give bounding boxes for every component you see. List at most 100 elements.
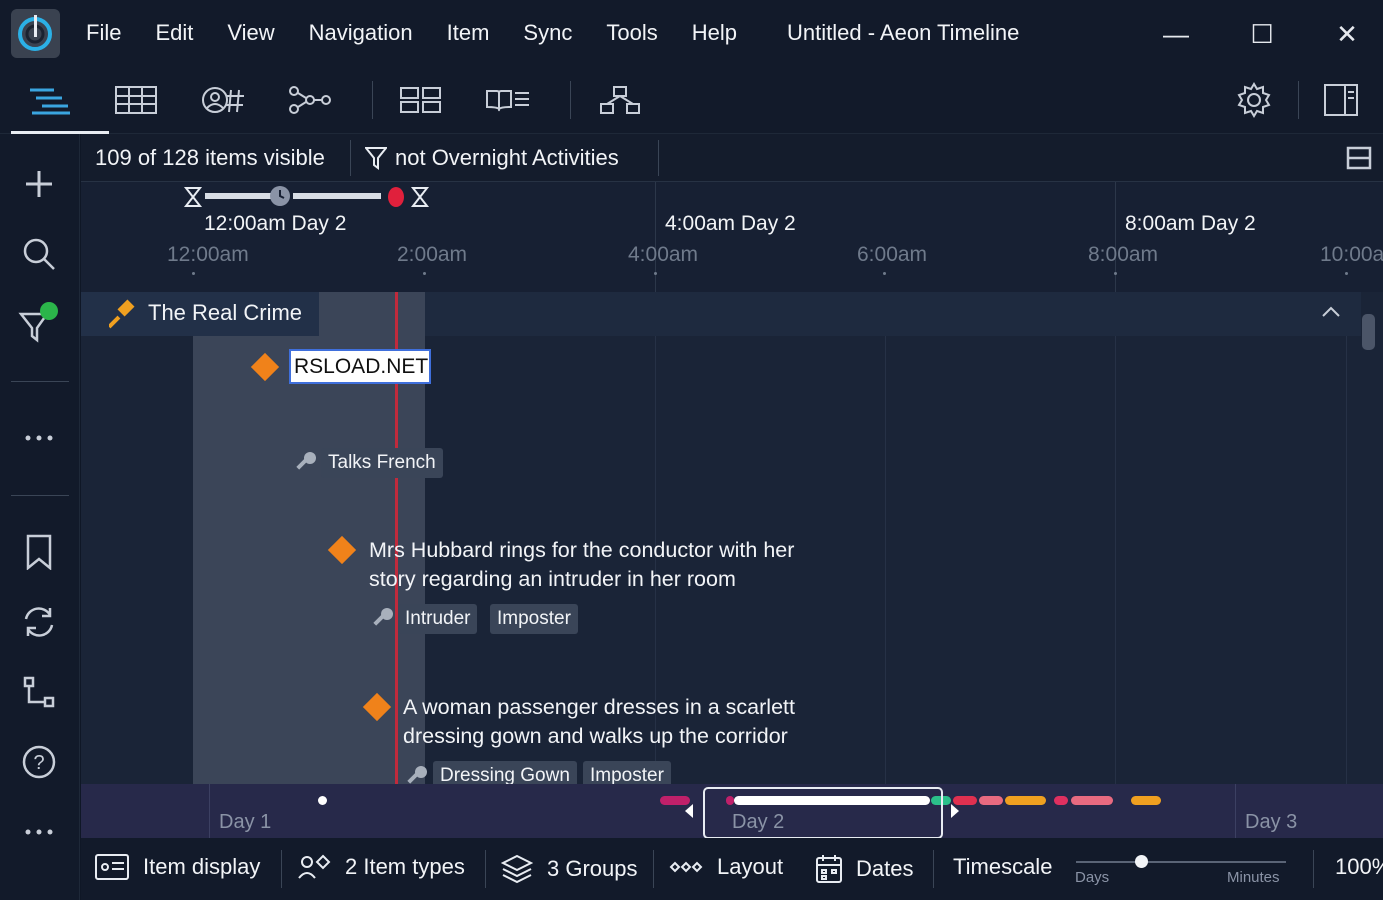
event-title[interactable]: A woman passenger dresses in a scarlett … — [403, 693, 795, 751]
minor-tick-label: 4:00am — [628, 243, 699, 266]
tag[interactable]: Talks French — [321, 448, 443, 478]
entities-view-button[interactable] — [198, 80, 248, 120]
window-title: Untitled - Aeon Timeline — [787, 20, 1020, 45]
groups-button[interactable]: 3 Groups — [501, 854, 638, 884]
major-gridline — [1115, 182, 1116, 292]
key-icon — [407, 766, 427, 784]
dependencies-button[interactable] — [14, 670, 64, 714]
hierarchy-view-button[interactable] — [595, 80, 645, 120]
bookmarks-button[interactable] — [14, 530, 64, 574]
cards-icon — [400, 87, 441, 113]
item-display-button[interactable]: Item display — [95, 854, 260, 880]
event-title-line: Mrs Hubbard rings for the conductor with… — [369, 538, 795, 562]
tag[interactable]: Imposter — [583, 761, 671, 784]
menu-tools[interactable]: Tools — [606, 20, 657, 46]
grid-icon — [115, 86, 157, 114]
search-button[interactable] — [14, 232, 64, 276]
day-divider — [209, 784, 210, 838]
event-title-line: A woman passenger dresses in a scarlett — [403, 695, 795, 719]
timeline-overview[interactable]: Day 1 Day 2 Day 3 — [81, 784, 1383, 839]
funnel-icon — [365, 147, 387, 170]
overview-event-mark — [1071, 796, 1113, 805]
spreadsheet-view-button[interactable] — [111, 80, 161, 120]
relationships-view-button[interactable] — [284, 80, 334, 120]
shapes-icon — [298, 854, 331, 879]
settings-button[interactable] — [1229, 80, 1279, 120]
left-sidebar: ? — [0, 134, 80, 900]
menu-help[interactable]: Help — [692, 20, 737, 46]
inspector-toggle-button[interactable] — [1316, 80, 1366, 120]
scroll-right-icon[interactable] — [949, 803, 961, 819]
add-item-button[interactable] — [14, 162, 64, 206]
close-button[interactable]: ✕ — [1327, 14, 1367, 54]
layout-button[interactable]: Layout — [669, 854, 783, 880]
vertical-scrollbar[interactable] — [1362, 314, 1375, 350]
tag[interactable]: Dressing Gown — [433, 761, 577, 784]
arc-label[interactable]: The Real Crime — [81, 292, 319, 336]
tick-mark — [1114, 272, 1117, 275]
overview-viewport-window[interactable] — [703, 787, 943, 839]
more-button-bottom[interactable] — [14, 810, 64, 854]
menu-sync[interactable]: Sync — [523, 20, 572, 46]
filter-divider — [350, 140, 351, 176]
timescale-slider-thumb[interactable] — [1135, 855, 1148, 868]
narrative-view-button[interactable] — [483, 80, 533, 120]
timeline-range-control[interactable] — [183, 185, 433, 209]
overview-event-mark — [1054, 796, 1068, 805]
help-button[interactable]: ? — [14, 740, 64, 784]
tag[interactable]: Imposter — [490, 604, 578, 634]
maximize-button[interactable]: ☐ — [1242, 14, 1282, 54]
timescale-slider-track[interactable] — [1076, 861, 1286, 863]
event-title[interactable]: Mrs Hubbard rings for the conductor with… — [369, 536, 794, 594]
filter-button[interactable] — [14, 302, 64, 346]
sidebar-divider — [11, 381, 69, 382]
menu-edit[interactable]: Edit — [155, 20, 193, 46]
toolbar-divider — [372, 81, 373, 119]
overview-event-mark — [1005, 796, 1046, 805]
gridline — [1346, 336, 1347, 784]
time-ruler[interactable]: 12:00am Day 2 4:00am Day 2 8:00am Day 2 … — [81, 182, 1383, 292]
major-gridline — [655, 182, 656, 292]
app-logo-icon[interactable] — [11, 9, 60, 58]
flow-icon — [23, 676, 55, 708]
sync-button[interactable] — [14, 600, 64, 644]
event-title-editor[interactable]: RSLOAD.NET — [289, 349, 431, 384]
overview-day-label: Day 3 — [1245, 811, 1298, 833]
menu-file[interactable]: File — [86, 20, 121, 46]
zoom-level[interactable]: 100% — [1335, 854, 1383, 880]
minor-tick-label: 12:00am — [167, 243, 249, 266]
tag[interactable]: Intruder — [398, 604, 478, 634]
outline-view-button[interactable] — [396, 80, 446, 120]
menu-item[interactable]: Item — [447, 20, 490, 46]
layout-label: Layout — [717, 854, 784, 879]
timeline-canvas[interactable]: The Real Crime RSLOAD.NET Talks French M… — [81, 292, 1383, 784]
item-types-button[interactable]: 2 Item types — [297, 854, 465, 880]
person-hash-icon — [202, 87, 244, 113]
bookmark-icon — [26, 534, 52, 570]
gridline — [1115, 336, 1116, 784]
menu-navigation[interactable]: Navigation — [309, 20, 413, 46]
view-toolbar — [0, 66, 1383, 134]
plus-icon — [26, 171, 52, 197]
title-bar: File Edit View Navigation Item Sync Tool… — [0, 0, 1383, 66]
tick-mark — [423, 272, 426, 275]
scroll-left-icon[interactable] — [683, 803, 695, 819]
sidebar-divider — [11, 495, 69, 496]
collapse-panel-icon[interactable] — [1346, 146, 1372, 170]
timeline-view-button[interactable] — [11, 80, 109, 134]
filter-bar: 109 of 128 items visible not Overnight A… — [81, 134, 1383, 182]
layers-icon — [501, 854, 533, 884]
ellipsis-icon — [25, 435, 53, 441]
major-tick-label: 12:00am Day 2 — [204, 212, 347, 235]
minimize-button[interactable]: — — [1156, 14, 1196, 54]
status-divider — [653, 850, 654, 888]
id-card-icon — [95, 854, 129, 880]
more-button[interactable] — [14, 416, 64, 460]
minor-tick-label: 6:00am — [857, 243, 928, 266]
dates-button[interactable]: Dates — [816, 854, 913, 884]
chevron-up-icon[interactable] — [1321, 304, 1341, 318]
menu-view[interactable]: View — [227, 20, 274, 46]
slider-min-label: Days — [1075, 869, 1110, 886]
active-filter-label[interactable]: not Overnight Activities — [395, 145, 619, 171]
tick-mark — [654, 272, 657, 275]
